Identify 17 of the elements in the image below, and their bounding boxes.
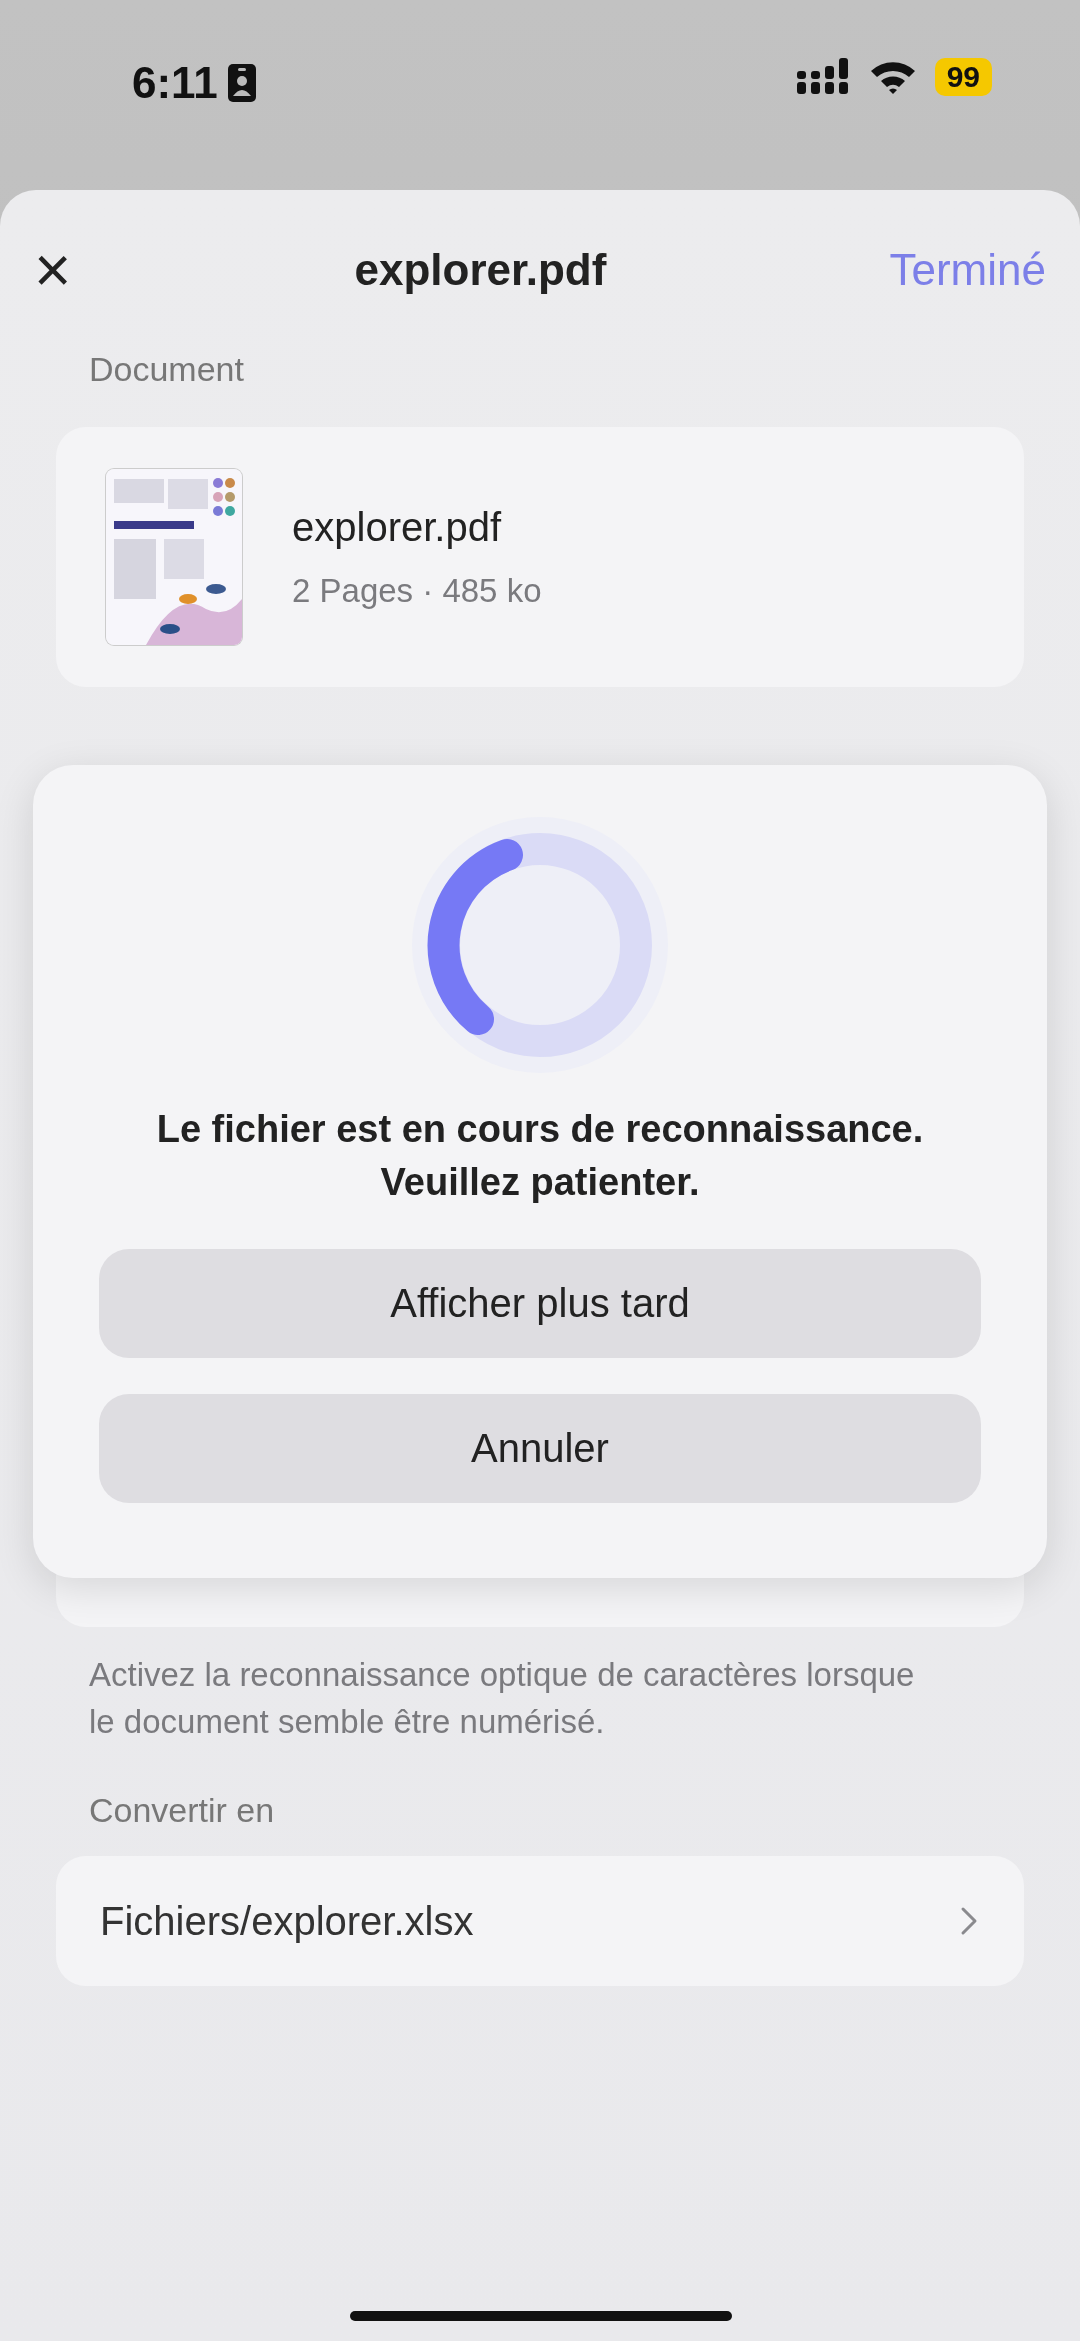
close-button[interactable]: × — [34, 238, 72, 302]
section-label: Document — [88, 350, 245, 389]
chevron-right-icon — [960, 1906, 978, 1936]
progress-message: Le fichier est en cours de reconnaissance. Veuillez patienter. — [156, 1107, 924, 1205]
dialog-button[interactable]: Annuler — [99, 1394, 981, 1503]
section-label: Convertir en — [88, 1791, 276, 1830]
file-meta: 2 Pages · 485 ko — [292, 571, 542, 610]
id-card-icon — [227, 64, 256, 102]
signal-icon — [796, 58, 851, 96]
status-time: 6:11 — [132, 58, 218, 108]
loading-spinner-icon — [410, 815, 670, 1075]
sheet-title: explorer.pdf — [354, 245, 607, 295]
file-name: explorer.pdf — [292, 504, 503, 550]
ocr-hint: Activez la reconnaissance optique de caractères lorsque le document semble être numérisé. — [88, 1655, 916, 1742]
output-path-row[interactable]: Fichiers/explorer.xlsx — [56, 1856, 1024, 1986]
battery-level: 99 — [934, 58, 992, 96]
dialog-button[interactable]: Afficher plus tard — [99, 1249, 981, 1358]
